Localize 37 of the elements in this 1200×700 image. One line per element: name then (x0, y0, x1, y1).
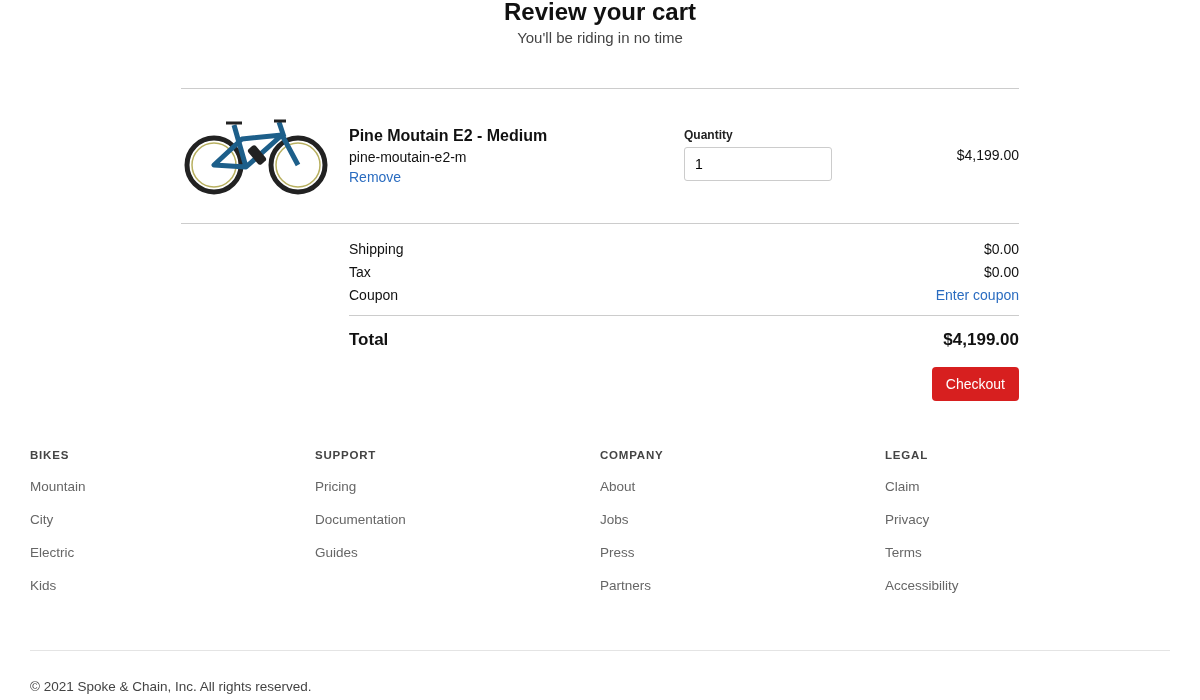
footer-heading: LEGAL (885, 448, 928, 463)
footer-link[interactable]: Mountain (30, 478, 86, 496)
footer-link[interactable]: Kids (30, 577, 57, 595)
footer-link[interactable]: Guides (315, 544, 358, 562)
page-subtitle: You'll be riding in no time (516, 28, 684, 48)
item-price: $4,199.00 (955, 146, 1019, 163)
footer-heading: BIKES (30, 448, 70, 463)
footer-link[interactable]: Jobs (600, 511, 629, 529)
footer-link[interactable]: Electric (30, 544, 75, 562)
footer-link[interactable]: Privacy (885, 511, 930, 529)
footer-link[interactable]: City (30, 511, 54, 529)
copyright-text: © 2021 Spoke & Chain, Inc. All rights reserved. (30, 678, 313, 696)
total-value: $4,199.00 (943, 329, 1019, 351)
footer-link[interactable]: Claim (885, 478, 920, 496)
product-name: Pine Moutain E2 - Medium (349, 126, 549, 146)
footer-link[interactable]: Pricing (315, 478, 357, 496)
quantity-label: Quantity (684, 127, 733, 143)
remove-link[interactable]: Remove (349, 167, 402, 187)
coupon-link[interactable]: Enter coupon (935, 284, 1019, 307)
total-label: Total (349, 329, 389, 351)
footer-link[interactable]: Press (600, 544, 635, 562)
footer-link[interactable]: Accessibility (885, 577, 959, 595)
product-sku: pine-moutain-e2-m (349, 148, 468, 167)
footer-heading: SUPPORT (315, 448, 377, 463)
summary-label: Tax (349, 263, 371, 282)
footer-link[interactable]: About (600, 478, 636, 496)
page-title: Review your cart (502, 0, 698, 24)
summary-label: Shipping (349, 240, 404, 259)
summary-value: $0.00 (983, 263, 1019, 282)
summary-value: $0.00 (983, 240, 1019, 259)
footer-link[interactable]: Terms (885, 544, 922, 562)
summary-label: Coupon (349, 286, 399, 305)
footer-link[interactable]: Partners (600, 577, 652, 595)
quantity-field[interactable]: 1 (684, 147, 832, 181)
footer-heading: COMPANY (600, 448, 664, 463)
checkout-button[interactable]: Checkout (931, 367, 1019, 401)
footer-link[interactable]: Documentation (315, 511, 406, 529)
